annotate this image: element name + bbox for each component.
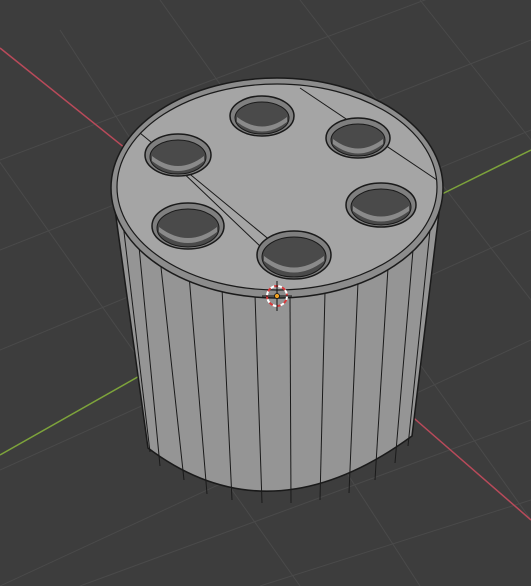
3d-viewport[interactable] bbox=[0, 0, 531, 586]
hole-2 bbox=[325, 117, 391, 159]
hole-6 bbox=[256, 230, 332, 280]
hole-1 bbox=[229, 95, 295, 137]
hole-5 bbox=[151, 202, 225, 250]
hole-3 bbox=[144, 133, 212, 177]
hole-4 bbox=[345, 182, 417, 228]
viewport-canvas[interactable] bbox=[0, 0, 531, 586]
